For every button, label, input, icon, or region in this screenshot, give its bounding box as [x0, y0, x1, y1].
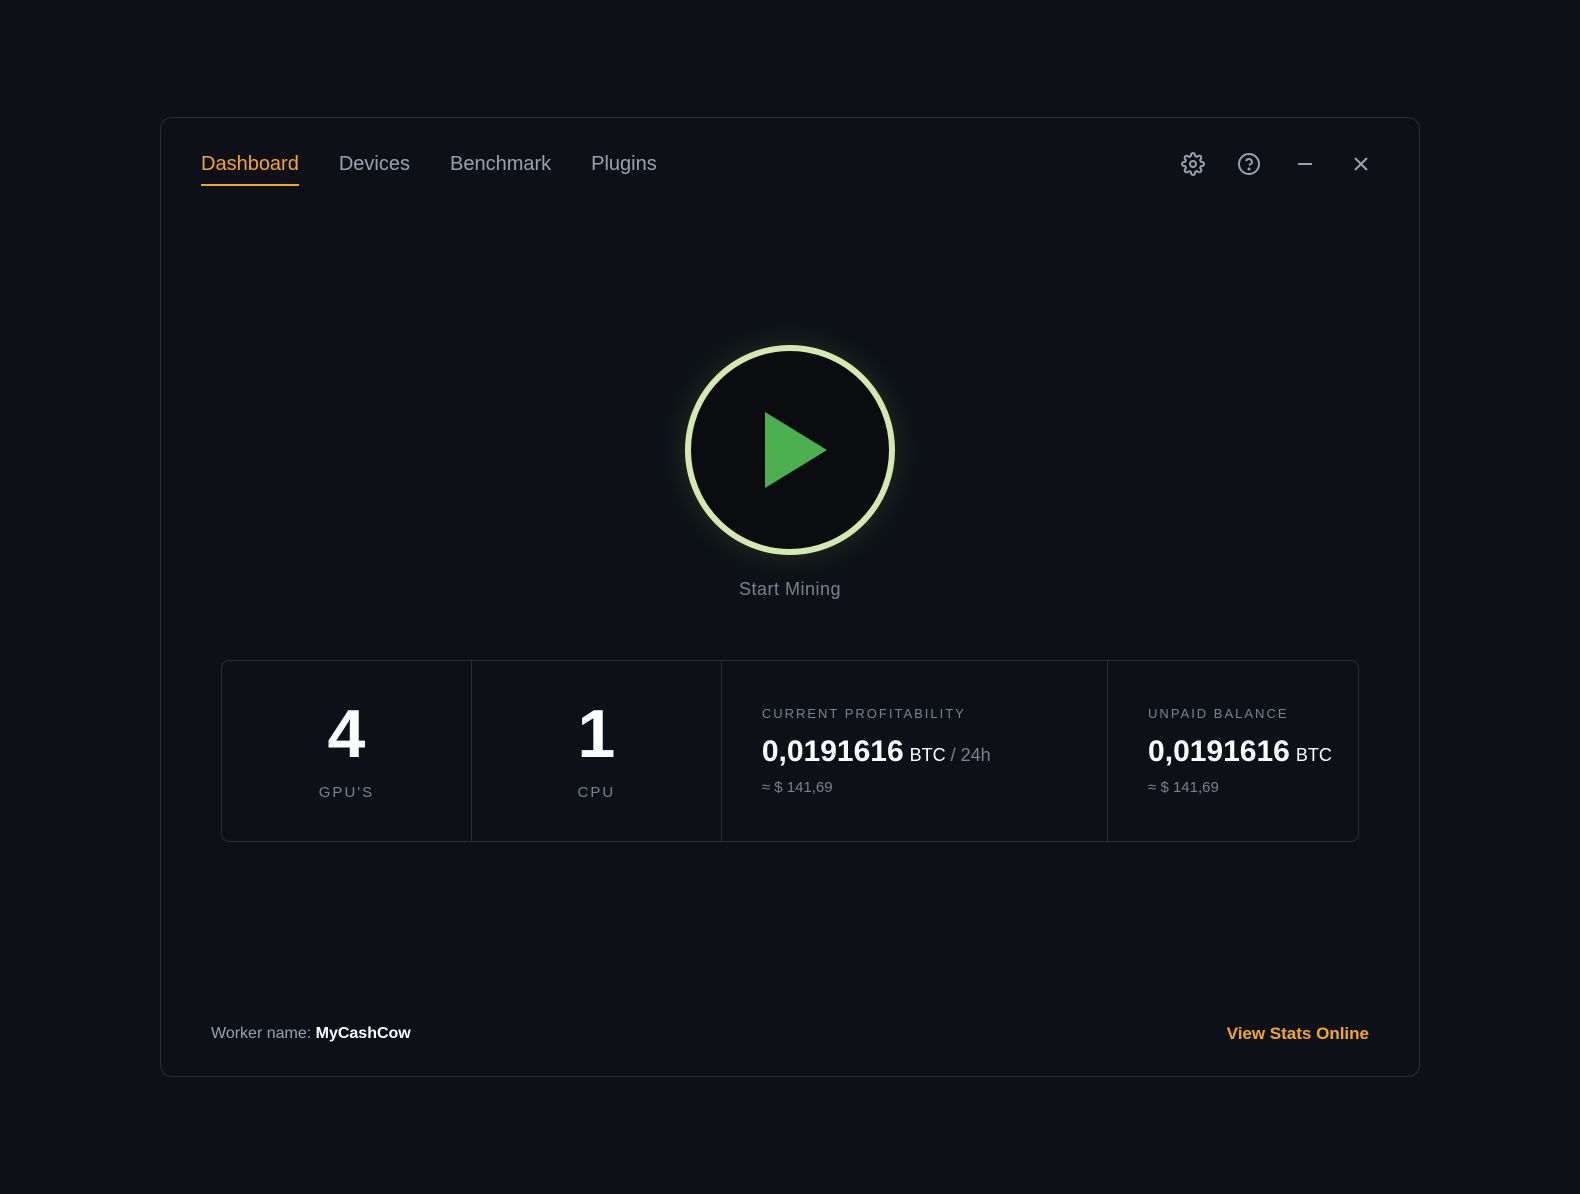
help-icon [1237, 152, 1261, 176]
profitability-section-label: CURRENT PROFITABILITY [762, 706, 966, 721]
profitability-cell: CURRENT PROFITABILITY 0,0191616 BTC / 24h… [722, 661, 1108, 841]
balance-btc-value: 0,0191616 [1148, 735, 1290, 768]
tab-plugins[interactable]: Plugins [591, 153, 657, 186]
close-icon [1349, 152, 1373, 176]
balance-cell: UNPAID BALANCE 0,0191616 BTC ≈ $ 141,69 [1108, 661, 1359, 841]
gpu-count: 4 [328, 700, 366, 768]
nav-bar: Dashboard Devices Benchmark Plugins [161, 118, 1419, 186]
gpu-stat-cell: 4 GPU'S [222, 661, 472, 841]
tab-devices[interactable]: Devices [339, 153, 410, 186]
play-button-wrapper: Start Mining [685, 345, 895, 600]
nav-controls [1175, 146, 1379, 186]
view-stats-link[interactable]: View Stats Online [1227, 1024, 1369, 1044]
play-icon [765, 412, 827, 488]
balance-value: 0,0191616 BTC [1148, 735, 1332, 769]
profitability-period: / 24h [946, 745, 991, 765]
gpu-label: GPU'S [319, 784, 374, 801]
help-button[interactable] [1231, 146, 1267, 182]
close-button[interactable] [1343, 146, 1379, 182]
worker-name: MyCashCow [316, 1025, 411, 1042]
profitability-usd: ≈ $ 141,69 [762, 779, 833, 796]
minimize-icon [1293, 152, 1317, 176]
tab-benchmark[interactable]: Benchmark [450, 153, 551, 186]
minimize-button[interactable] [1287, 146, 1323, 182]
gear-icon [1181, 152, 1205, 176]
cpu-stat-cell: 1 CPU [472, 661, 722, 841]
main-content: Start Mining 4 GPU'S 1 CPU CURRENT PROFI… [161, 186, 1419, 1000]
cpu-label: CPU [578, 784, 616, 801]
cpu-count: 1 [577, 700, 615, 768]
start-mining-label: Start Mining [739, 579, 841, 600]
worker-prefix: Worker name: [211, 1025, 316, 1042]
start-mining-button[interactable] [685, 345, 895, 555]
tab-dashboard[interactable]: Dashboard [201, 153, 299, 186]
footer: Worker name: MyCashCow View Stats Online [161, 1000, 1419, 1076]
balance-usd: ≈ $ 141,69 [1148, 779, 1219, 796]
stats-row: 4 GPU'S 1 CPU CURRENT PROFITABILITY 0,01… [221, 660, 1359, 842]
settings-button[interactable] [1175, 146, 1211, 182]
balance-section-label: UNPAID BALANCE [1148, 706, 1288, 721]
app-window: Dashboard Devices Benchmark Plugins [160, 117, 1420, 1077]
profitability-btc-value: 0,0191616 [762, 735, 904, 768]
profitability-unit: BTC [910, 745, 946, 765]
worker-name-display: Worker name: MyCashCow [211, 1025, 411, 1043]
balance-unit: BTC [1296, 745, 1332, 765]
nav-tabs: Dashboard Devices Benchmark Plugins [201, 153, 657, 186]
profitability-value: 0,0191616 BTC / 24h [762, 735, 991, 769]
